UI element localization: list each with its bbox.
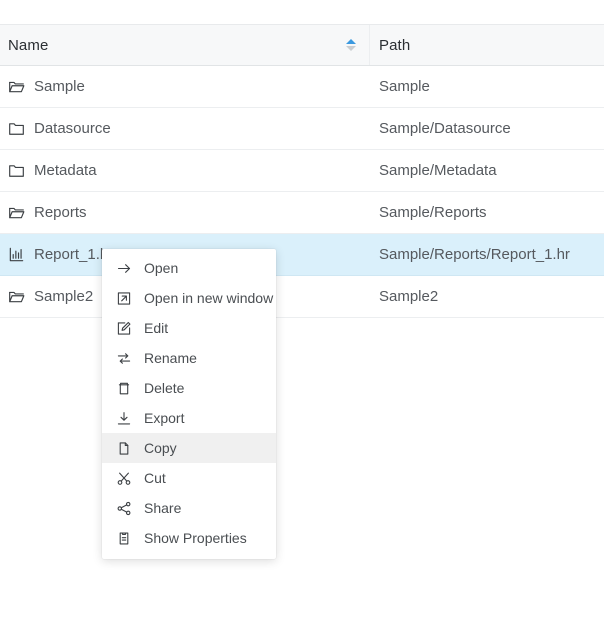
folder-open-icon — [8, 204, 25, 221]
table-row[interactable]: Datasource Sample/Datasource — [0, 108, 604, 150]
arrow-right-icon — [116, 260, 132, 276]
context-menu-item-label: Share — [144, 500, 182, 516]
row-path-label: Sample/Metadata — [379, 162, 497, 179]
row-name-label: Sample2 — [34, 288, 94, 305]
row-path-label: Sample/Reports — [379, 204, 487, 221]
cell-name[interactable]: Metadata — [0, 150, 370, 191]
export-download-icon — [116, 410, 132, 426]
context-menu-item[interactable]: Export — [102, 403, 276, 433]
copy-icon — [116, 440, 132, 456]
table-row[interactable]: Report_1.hr Sample/Reports/Report_1.hr — [0, 234, 604, 276]
column-header-name-label: Name — [8, 36, 49, 54]
file-table: Name Path Sample Sample Datasource Sample/D… — [0, 24, 604, 318]
caret-up-icon — [346, 39, 356, 44]
table-row[interactable]: Metadata Sample/Metadata — [0, 150, 604, 192]
table-row[interactable]: Sample2 Sample2 — [0, 276, 604, 318]
context-menu-item-label: Cut — [144, 470, 166, 486]
context-menu-item[interactable]: Show Properties — [102, 523, 276, 553]
context-menu-item[interactable]: Edit — [102, 313, 276, 343]
folder-open-icon — [8, 78, 25, 95]
column-header-path-label: Path — [379, 36, 411, 54]
context-menu-item-label: Delete — [144, 380, 185, 396]
folder-open-icon — [8, 288, 25, 305]
context-menu-item-label: Open in new window — [144, 290, 274, 306]
context-menu-item-label: Copy — [144, 440, 177, 456]
folder-icon — [8, 162, 25, 179]
file-explorer-page: Name Path Sample Sample Datasource Sample/D… — [0, 0, 604, 640]
cell-path: Sample/Reports — [370, 192, 604, 233]
row-path-label: Sample/Reports/Report_1.hr — [379, 246, 570, 263]
rename-icon — [116, 350, 132, 366]
share-icon — [116, 500, 132, 516]
scissors-icon — [116, 470, 132, 486]
context-menu-item-label: Edit — [144, 320, 169, 336]
row-name-label: Metadata — [34, 162, 97, 179]
row-path-label: Sample2 — [379, 288, 439, 305]
cell-name[interactable]: Datasource — [0, 108, 370, 149]
context-menu-item-label: Show Properties — [144, 530, 247, 546]
context-menu-item[interactable]: Open in new window — [102, 283, 276, 313]
folder-icon — [8, 120, 25, 137]
row-name-label: Datasource — [34, 120, 111, 137]
column-header-name[interactable]: Name — [0, 25, 370, 65]
cell-name[interactable]: Reports — [0, 192, 370, 233]
sort-asc-desc-icon[interactable] — [345, 35, 357, 55]
context-menu-item[interactable]: Share — [102, 493, 276, 523]
context-menu-item[interactable]: Open — [102, 253, 276, 283]
context-menu-item[interactable]: Cut — [102, 463, 276, 493]
row-path-label: Sample — [379, 78, 430, 95]
trash-icon — [116, 380, 132, 396]
table-body: Sample Sample Datasource Sample/Datasource M… — [0, 66, 604, 318]
table-header-row: Name Path — [0, 24, 604, 66]
edit-pencil-icon — [116, 320, 132, 336]
cell-path: Sample/Metadata — [370, 150, 604, 191]
report-chart-icon — [8, 246, 25, 263]
context-menu-list: Open Open in new window Edit Rename Delete Ex… — [102, 253, 276, 553]
cell-name[interactable]: Sample — [0, 66, 370, 107]
row-name-label: Reports — [34, 204, 87, 221]
row-name-label: Sample — [34, 78, 85, 95]
context-menu-item-label: Export — [144, 410, 185, 426]
context-menu-item-label: Rename — [144, 350, 197, 366]
cell-path: Sample/Datasource — [370, 108, 604, 149]
row-path-label: Sample/Datasource — [379, 120, 511, 137]
properties-icon — [116, 530, 132, 546]
context-menu-item[interactable]: Delete — [102, 373, 276, 403]
cell-path: Sample — [370, 66, 604, 107]
context-menu-item-label: Open — [144, 260, 179, 276]
open-new-window-icon — [116, 290, 132, 306]
column-header-path[interactable]: Path — [370, 25, 604, 65]
cell-path: Sample/Reports/Report_1.hr — [370, 234, 604, 275]
context-menu-item[interactable]: Rename — [102, 343, 276, 373]
context-menu: Open Open in new window Edit Rename Delete Ex… — [102, 249, 276, 559]
context-menu-item[interactable]: Copy — [102, 433, 276, 463]
table-row[interactable]: Reports Sample/Reports — [0, 192, 604, 234]
cell-path: Sample2 — [370, 276, 604, 317]
table-row[interactable]: Sample Sample — [0, 66, 604, 108]
caret-down-icon — [346, 46, 356, 51]
